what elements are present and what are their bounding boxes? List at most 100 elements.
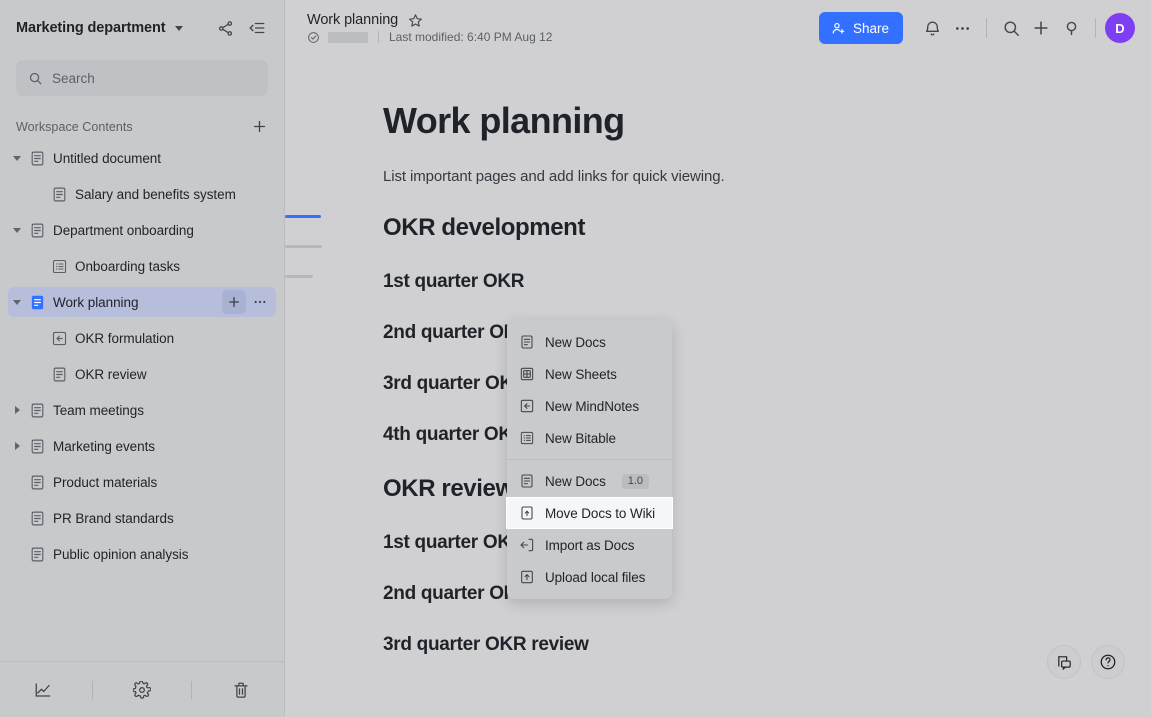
doc-icon [26, 474, 48, 491]
document-heading-okr-review[interactable]: OKR review [383, 475, 1151, 503]
last-modified-text: Last modified: 6:40 PM Aug 12 [389, 30, 552, 44]
doc-icon [26, 438, 48, 455]
divider [378, 31, 379, 43]
mindnotes-icon [48, 330, 70, 347]
search-container: Search [0, 56, 284, 96]
move-to-wiki-icon [519, 505, 535, 521]
document-heading-q1[interactable]: 1st quarter OKR [383, 271, 1151, 293]
menu-item-new-sheets[interactable]: New Sheets [507, 358, 672, 390]
document-body: Work planning List important pages and a… [285, 56, 1151, 656]
doc-filled-blue-icon [26, 294, 48, 311]
gear-icon[interactable] [125, 675, 159, 705]
document-heading-q4[interactable]: 4th quarter OKR [383, 424, 1151, 446]
sidebar-item-okr-review[interactable]: OKR review [8, 359, 276, 389]
sidebar-item-label: PR Brand standards [53, 511, 174, 526]
bell-icon[interactable] [917, 13, 947, 43]
outline-marker[interactable] [285, 275, 313, 278]
add-page-button[interactable] [251, 118, 268, 135]
menu-item-import-as-docs[interactable]: Import as Docs [507, 529, 672, 561]
doc-icon [48, 366, 70, 383]
person-add-icon [831, 21, 846, 36]
share-nodes-icon[interactable] [212, 15, 238, 41]
menu-divider [507, 459, 672, 460]
sidebar-item-pr-brand-standards[interactable]: PR Brand standards [8, 503, 276, 533]
document-outline-rail[interactable] [285, 215, 365, 305]
menu-item-upload-local-files[interactable]: Upload local files [507, 561, 672, 593]
collapse-sidebar-icon[interactable] [244, 15, 270, 41]
search-input[interactable]: Search [16, 60, 268, 96]
plus-icon[interactable] [1026, 13, 1056, 43]
sidebar-item-public-opinion-analysis[interactable]: Public opinion analysis [8, 539, 276, 569]
doc-title-row: Work planning [307, 12, 552, 28]
document-heading-okr-development[interactable]: OKR development [383, 214, 1151, 242]
sidebar-item-label: OKR formulation [75, 331, 174, 346]
sidebar-item-work-planning[interactable]: Work planning [8, 287, 276, 317]
menu-item-move-docs-to-wiki[interactable]: Move Docs to Wiki [506, 497, 673, 529]
document-title[interactable]: Work planning [383, 100, 1151, 142]
question-circle-icon[interactable] [1091, 645, 1125, 679]
document-heading-r1[interactable]: 1st quarter OKR review [383, 532, 1151, 554]
workspace-contents-label: Workspace Contents [16, 120, 251, 134]
menu-item-label: New Docs [545, 474, 606, 489]
outline-marker[interactable] [285, 245, 322, 248]
page-title[interactable]: Work planning [307, 12, 398, 28]
chevron-right-icon[interactable] [8, 442, 26, 450]
outline-marker-active[interactable] [285, 215, 321, 218]
row-actions [222, 287, 272, 317]
document-heading-r3[interactable]: 3rd quarter OKR review [383, 634, 1151, 656]
search-icon [28, 71, 43, 86]
chevron-down-icon[interactable] [8, 228, 26, 233]
chevron-down-icon[interactable] [175, 26, 183, 31]
share-label: Share [853, 21, 889, 36]
trash-icon[interactable] [224, 675, 258, 705]
document-heading-q2[interactable]: 2nd quarter OKR [383, 322, 1151, 344]
sidebar-item-marketing-events[interactable]: Marketing events [8, 431, 276, 461]
sidebar-item-team-meetings[interactable]: Team meetings [8, 395, 276, 425]
lightbulb-icon[interactable] [1056, 13, 1086, 43]
comment-doc-icon[interactable] [1047, 645, 1081, 679]
sidebar: Marketing department [0, 0, 285, 717]
row-more-options-button[interactable] [248, 290, 272, 314]
doc-icon [48, 186, 70, 203]
menu-item-new-docs[interactable]: New Docs1.0 [507, 465, 672, 497]
menu-item-new-bitable[interactable]: New Bitable [507, 422, 672, 454]
sidebar-item-department-onboarding[interactable]: Department onboarding [8, 215, 276, 245]
share-button[interactable]: Share [819, 12, 903, 44]
avatar[interactable]: D [1105, 13, 1135, 43]
star-outline-icon[interactable] [408, 13, 423, 28]
menu-item-label: New Bitable [545, 431, 616, 446]
sidebar-item-label: Untitled document [53, 151, 161, 166]
document-intro[interactable]: List important pages and add links for q… [383, 168, 1151, 185]
menu-item-new-mindnotes[interactable]: New MindNotes [507, 390, 672, 422]
sidebar-item-label: Team meetings [53, 403, 144, 418]
chart-line-icon[interactable] [26, 675, 60, 705]
search-placeholder: Search [52, 71, 95, 86]
doc-meta-row: Last modified: 6:40 PM Aug 12 [307, 30, 552, 44]
add-child-page-button[interactable] [222, 290, 246, 314]
doc-title-block: Work planning Last modif [307, 12, 552, 44]
sidebar-footer [0, 661, 284, 717]
workspace-title[interactable]: Marketing department [16, 20, 165, 36]
chevron-down-icon[interactable] [8, 300, 26, 305]
more-options-icon[interactable] [947, 13, 977, 43]
chevron-right-icon[interactable] [8, 406, 26, 414]
menu-item-new-docs[interactable]: New Docs [507, 326, 672, 358]
app-root: Marketing department [0, 0, 1151, 717]
sidebar-item-okr-formulation[interactable]: OKR formulation [8, 323, 276, 353]
sheets-icon [519, 366, 535, 382]
context-menu: New DocsNew SheetsNew MindNotesNew Bitab… [507, 320, 672, 599]
document-heading-r2[interactable]: 2nd quarter OKR review [383, 583, 1151, 605]
sidebar-item-salary-and-benefits-system[interactable]: Salary and benefits system [8, 179, 276, 209]
document-heading-q3[interactable]: 3rd quarter OKR [383, 373, 1151, 395]
doc-icon [26, 546, 48, 563]
doc-icon [26, 222, 48, 239]
sidebar-item-product-materials[interactable]: Product materials [8, 467, 276, 497]
sidebar-item-untitled-document[interactable]: Untitled document [8, 143, 276, 173]
divider [986, 18, 987, 38]
search-icon[interactable] [996, 13, 1026, 43]
page-tree: Untitled document Salary and benefits sys… [0, 141, 284, 661]
chevron-down-icon[interactable] [8, 156, 26, 161]
import-icon [519, 537, 535, 553]
sidebar-item-onboarding-tasks[interactable]: Onboarding tasks [8, 251, 276, 281]
doc-icon [26, 510, 48, 527]
